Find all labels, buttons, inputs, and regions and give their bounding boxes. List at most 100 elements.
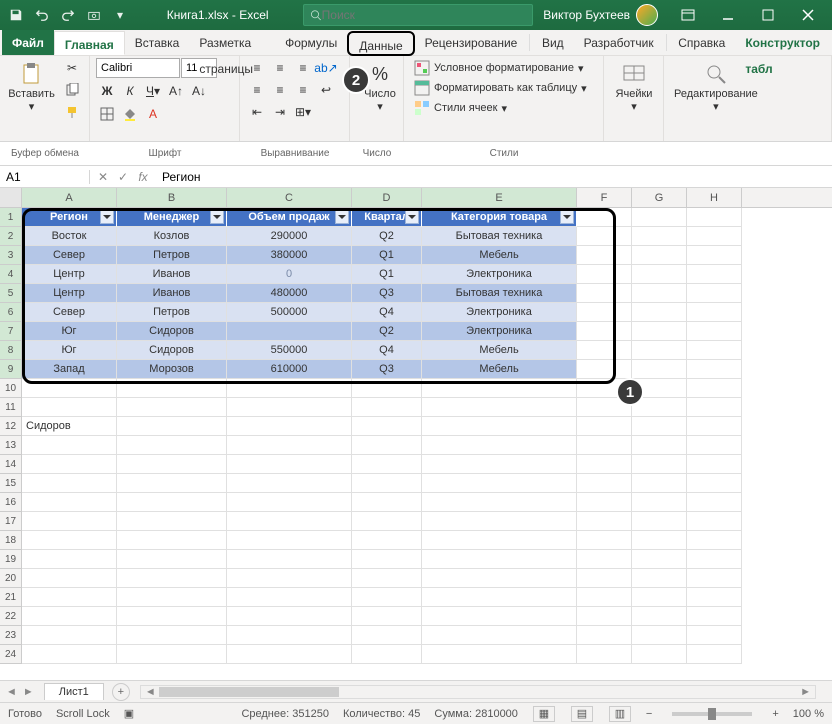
cell[interactable] bbox=[577, 341, 632, 360]
filter-dropdown-icon[interactable] bbox=[405, 210, 419, 224]
cell[interactable] bbox=[22, 379, 117, 398]
cell[interactable] bbox=[577, 284, 632, 303]
row-header[interactable]: 14 bbox=[0, 455, 22, 474]
cell[interactable] bbox=[687, 398, 742, 417]
filter-dropdown-icon[interactable] bbox=[100, 210, 114, 224]
cell[interactable] bbox=[632, 474, 687, 493]
cell[interactable] bbox=[422, 531, 577, 550]
cell[interactable] bbox=[577, 645, 632, 664]
cell[interactable]: Q4 bbox=[352, 341, 422, 360]
cell[interactable]: Q2 bbox=[352, 227, 422, 246]
copy-icon[interactable] bbox=[61, 80, 83, 100]
cell[interactable] bbox=[352, 436, 422, 455]
cell[interactable] bbox=[687, 246, 742, 265]
cell[interactable] bbox=[687, 417, 742, 436]
row-header[interactable]: 20 bbox=[0, 569, 22, 588]
cell[interactable] bbox=[687, 645, 742, 664]
cell[interactable]: 0 bbox=[227, 265, 352, 284]
zoom-out-button[interactable]: − bbox=[646, 708, 652, 720]
cell[interactable]: Иванов bbox=[117, 265, 227, 284]
cell[interactable] bbox=[632, 493, 687, 512]
add-sheet-button[interactable]: + bbox=[112, 683, 130, 701]
fill-color-icon[interactable] bbox=[119, 104, 141, 124]
cell[interactable] bbox=[22, 493, 117, 512]
tab-help[interactable]: Справка bbox=[668, 30, 735, 55]
cell[interactable] bbox=[687, 303, 742, 322]
cell[interactable] bbox=[687, 607, 742, 626]
cell[interactable] bbox=[227, 455, 352, 474]
underline-button[interactable]: Ч▾ bbox=[142, 81, 164, 101]
undo-icon[interactable] bbox=[30, 3, 54, 27]
align-left-icon[interactable]: ≡ bbox=[246, 80, 268, 100]
tab-formulas[interactable]: Формулы bbox=[275, 30, 347, 55]
tab-layout[interactable]: Разметка страницы bbox=[189, 30, 275, 55]
cell[interactable] bbox=[117, 474, 227, 493]
cell[interactable] bbox=[577, 303, 632, 322]
cell[interactable] bbox=[632, 303, 687, 322]
cell[interactable] bbox=[687, 550, 742, 569]
cell[interactable] bbox=[577, 626, 632, 645]
cell[interactable] bbox=[577, 246, 632, 265]
cell[interactable] bbox=[687, 284, 742, 303]
sheet-tab[interactable]: Лист1 bbox=[44, 683, 104, 700]
cell[interactable] bbox=[632, 417, 687, 436]
cell[interactable] bbox=[577, 436, 632, 455]
filter-dropdown-icon[interactable] bbox=[335, 210, 349, 224]
cell[interactable] bbox=[632, 360, 687, 379]
cell[interactable] bbox=[117, 455, 227, 474]
row-header[interactable]: 2 bbox=[0, 227, 22, 246]
cell[interactable]: Восток bbox=[22, 227, 117, 246]
cell[interactable]: 380000 bbox=[227, 246, 352, 265]
cell[interactable] bbox=[687, 626, 742, 645]
cell[interactable]: Регион bbox=[22, 208, 117, 227]
save-icon[interactable] bbox=[4, 3, 28, 27]
page-layout-view-icon[interactable]: ▤ bbox=[571, 706, 593, 722]
cell[interactable] bbox=[577, 360, 632, 379]
cell[interactable] bbox=[227, 569, 352, 588]
cell[interactable] bbox=[632, 322, 687, 341]
cell[interactable] bbox=[422, 607, 577, 626]
cell[interactable] bbox=[227, 512, 352, 531]
cell[interactable]: Мебель bbox=[422, 360, 577, 379]
cell[interactable] bbox=[352, 493, 422, 512]
cell[interactable] bbox=[227, 322, 352, 341]
cell[interactable] bbox=[632, 208, 687, 227]
cell[interactable]: Морозов bbox=[117, 360, 227, 379]
cell[interactable] bbox=[577, 265, 632, 284]
cell[interactable] bbox=[227, 493, 352, 512]
cell[interactable] bbox=[227, 436, 352, 455]
ribbon-display-icon[interactable] bbox=[668, 0, 708, 30]
cell[interactable] bbox=[632, 436, 687, 455]
cell[interactable] bbox=[632, 531, 687, 550]
cell[interactable] bbox=[687, 341, 742, 360]
cell[interactable] bbox=[687, 588, 742, 607]
cell[interactable] bbox=[227, 474, 352, 493]
cell[interactable] bbox=[352, 588, 422, 607]
cell[interactable]: Мебель bbox=[422, 341, 577, 360]
cell[interactable] bbox=[22, 531, 117, 550]
cell-styles-button[interactable]: Стили ячеек▾ bbox=[410, 98, 511, 118]
cell[interactable] bbox=[227, 379, 352, 398]
horizontal-scrollbar[interactable]: ◄► bbox=[140, 685, 816, 699]
tab-review[interactable]: Рецензирование bbox=[415, 30, 528, 55]
cell[interactable]: Q3 bbox=[352, 360, 422, 379]
column-header[interactable]: F bbox=[577, 188, 632, 207]
row-header[interactable]: 6 bbox=[0, 303, 22, 322]
name-box[interactable] bbox=[0, 170, 90, 184]
cell[interactable]: Бытовая техника bbox=[422, 227, 577, 246]
cell[interactable] bbox=[687, 474, 742, 493]
cell[interactable] bbox=[422, 493, 577, 512]
cell[interactable] bbox=[632, 246, 687, 265]
sheet-nav-next-icon[interactable]: ► bbox=[23, 686, 34, 698]
paste-button[interactable]: Вставить ▾ bbox=[6, 58, 57, 115]
cell[interactable] bbox=[422, 626, 577, 645]
cell[interactable]: Q1 bbox=[352, 246, 422, 265]
cell[interactable] bbox=[577, 322, 632, 341]
cell[interactable] bbox=[632, 227, 687, 246]
cell[interactable] bbox=[577, 417, 632, 436]
cell[interactable] bbox=[577, 531, 632, 550]
cell[interactable]: 550000 bbox=[227, 341, 352, 360]
align-middle-icon[interactable]: ≡ bbox=[269, 58, 291, 78]
cell[interactable]: Категория товара bbox=[422, 208, 577, 227]
cell[interactable] bbox=[687, 531, 742, 550]
